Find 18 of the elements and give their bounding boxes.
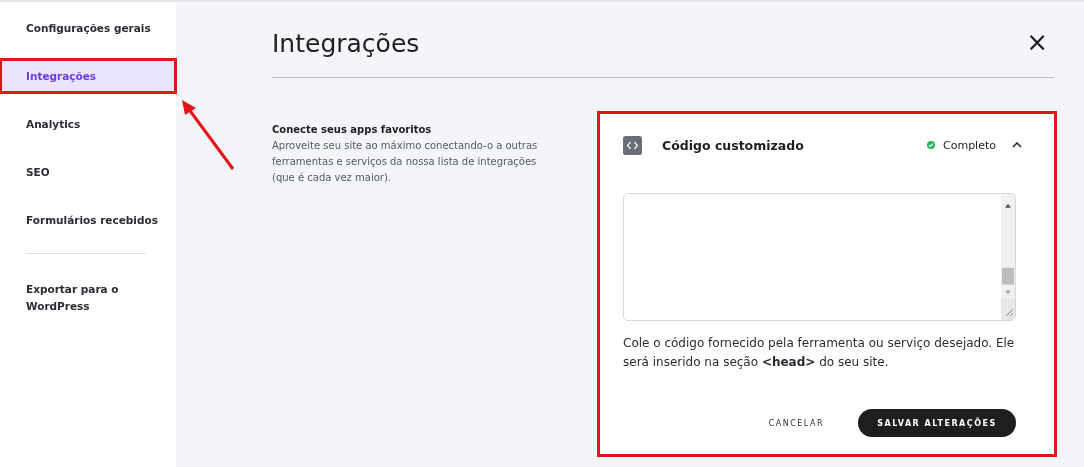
- section-heading: Conecte seus apps favoritos: [272, 124, 433, 135]
- sidebar-item[interactable]: SEO: [0, 155, 176, 189]
- sidebar-item[interactable]: Formulários recebidos: [0, 203, 176, 237]
- sidebar-item[interactable]: Analytics: [0, 107, 176, 141]
- close-button[interactable]: ×: [1020, 28, 1054, 55]
- code-field[interactable]: [623, 193, 1016, 321]
- sidebar-item[interactable]: Configurações gerais: [0, 11, 176, 45]
- code-icon: [623, 135, 642, 155]
- status-label: Completo: [943, 138, 996, 152]
- sidebar-item[interactable]: Integrações: [0, 59, 176, 93]
- section-description: Aproveite seu site ao máximo conectando-o a outras ferramentas e serviços da nossa lista de integrações (que é cada vez maior).: [272, 139, 539, 185]
- cancel-button[interactable]: CANCELAR: [762, 409, 830, 437]
- save-button[interactable]: SALVAR ALTERAÇÕES: [858, 409, 1016, 437]
- card-title: Código customizado: [662, 137, 805, 153]
- scrollbar[interactable]: [1001, 194, 1015, 320]
- page-title: Integrações: [272, 29, 420, 58]
- help-text: Cole o código fornecido pela ferramenta ou serviço desejado. Ele será inserido na seção <head> do seu site.: [623, 335, 1016, 371]
- sidebar-item[interactable]: Exportar para o WordPress: [0, 274, 176, 322]
